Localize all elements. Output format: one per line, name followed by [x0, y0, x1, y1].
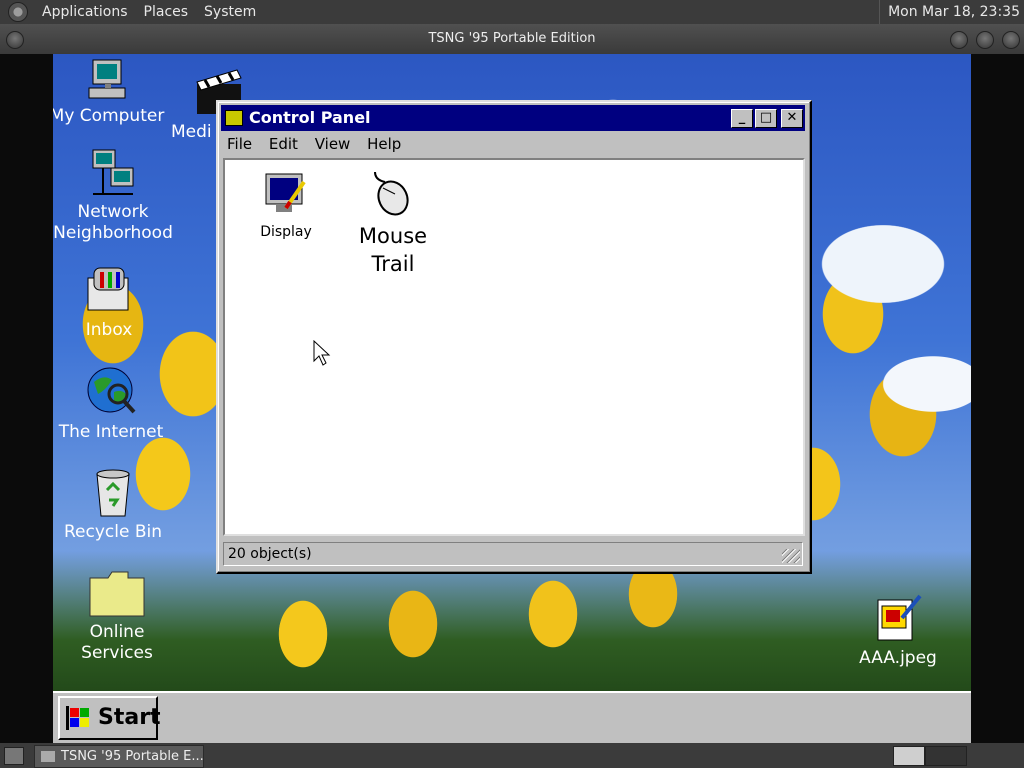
menubar: File Edit View Help — [221, 132, 805, 156]
menu-help[interactable]: Help — [361, 132, 408, 156]
top-panel: Applications Places System Mon Mar 18, 2… — [0, 0, 1024, 24]
win95-taskbar: Start — [53, 691, 971, 745]
minimize-button[interactable]: _ — [731, 109, 753, 128]
recycle-bin-icon — [96, 469, 130, 517]
workspace-switcher-2[interactable] — [925, 746, 967, 766]
maximize-button[interactable]: □ — [755, 109, 777, 128]
cp-item-mouse-trail[interactable]: Mouse Trail — [343, 170, 443, 278]
start-label: Start — [98, 705, 161, 730]
desktop-icon-label: Inbox — [85, 320, 133, 340]
start-button[interactable]: Start — [58, 696, 161, 740]
desktop-icon-label: The Internet — [58, 422, 164, 442]
control-panel-titlebar[interactable]: Control Panel _ □ ✕ — [221, 105, 805, 131]
close-button[interactable]: ✕ — [781, 109, 803, 128]
desktop-icon-online-services[interactable]: Online Services — [57, 568, 177, 664]
taskbar-window-label: TSNG '95 Portable E... — [61, 749, 204, 764]
folder-icon — [89, 571, 145, 617]
menu-view[interactable]: View — [309, 132, 357, 156]
inbox-icon — [87, 267, 129, 311]
desktop-icon-label: AAA.jpeg — [859, 648, 937, 668]
desktop-icon-network-neighborhood[interactable]: Network Neighborhood — [53, 148, 173, 244]
internet-globe-icon — [87, 367, 136, 414]
desktop-icon-aaa-jpeg[interactable]: AAA.jpeg — [848, 594, 948, 669]
minimize-icon[interactable] — [950, 31, 968, 49]
control-panel-window[interactable]: Control Panel _ □ ✕ File Edit View Help … — [216, 100, 812, 574]
workspace-switcher-1[interactable] — [893, 746, 925, 766]
control-panel-icon — [225, 110, 243, 126]
mouse-pointer-icon — [313, 340, 331, 366]
clock[interactable]: Mon Mar 18, 23:35 — [879, 0, 1020, 24]
menu-edit[interactable]: Edit — [263, 132, 304, 156]
window-title: Control Panel — [249, 108, 371, 127]
bottom-panel: TSNG '95 Portable E... — [0, 743, 1024, 768]
window-icon — [41, 751, 55, 762]
network-icon — [92, 149, 134, 195]
desktop-icon-label: Online Services — [81, 622, 153, 663]
maximize-icon[interactable] — [976, 31, 994, 49]
status-bar: 20 object(s) — [223, 542, 803, 566]
taskbar-window-button[interactable]: TSNG '95 Portable E... — [34, 745, 204, 768]
cp-item-display[interactable]: Display — [251, 172, 321, 240]
show-desktop-icon[interactable] — [4, 747, 24, 765]
main-menu-logo-icon[interactable] — [8, 2, 28, 22]
status-text: 20 object(s) — [228, 546, 312, 562]
menu-system[interactable]: System — [196, 0, 264, 24]
cp-item-label: Mouse Trail — [358, 224, 428, 276]
menu-places[interactable]: Places — [136, 0, 197, 24]
emulator-desktop[interactable]: My Computer Medi Network Neighborhood In… — [53, 54, 971, 691]
desktop-icon-the-internet[interactable]: The Internet — [53, 364, 171, 443]
menu-applications[interactable]: Applications — [34, 0, 136, 24]
desktop-icon-inbox[interactable]: Inbox — [53, 264, 169, 341]
desktop-icon-label: Network Neighborhood — [53, 202, 173, 243]
outer-window-titlebar[interactable]: TSNG '95 Portable Edition — [0, 24, 1024, 54]
display-icon — [265, 173, 306, 212]
control-panel-content[interactable]: Display Mouse Trail — [223, 158, 805, 536]
resize-grip-icon[interactable] — [782, 549, 800, 563]
desktop-icon-label: Recycle Bin — [63, 522, 162, 542]
my-computer-icon — [88, 59, 126, 99]
mouse-icon — [374, 171, 409, 216]
desktop-icon-recycle-bin[interactable]: Recycle Bin — [53, 466, 173, 543]
close-icon[interactable] — [1002, 31, 1020, 49]
outer-window-title: TSNG '95 Portable Edition — [428, 31, 596, 46]
window-menu-icon[interactable] — [6, 31, 24, 49]
image-file-icon — [877, 594, 922, 641]
cp-item-label: Display — [260, 224, 312, 240]
menu-file[interactable]: File — [221, 132, 258, 156]
windows-logo-icon — [66, 706, 89, 730]
